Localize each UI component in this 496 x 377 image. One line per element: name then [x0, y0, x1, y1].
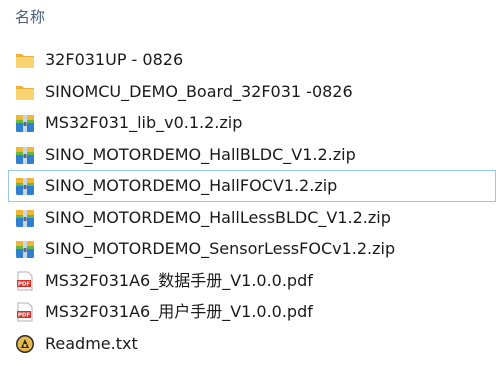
file-row[interactable]: SINO_MOTORDEMO_HallBLDC_V1.2.zip — [8, 139, 496, 171]
file-name: SINO_MOTORDEMO_SensorLessFOCv1.2.zip — [45, 239, 396, 258]
file-row[interactable]: PDF MS32F031A6_用户手册_V1.0.0.pdf — [8, 296, 496, 328]
zip-archive-icon — [15, 113, 35, 133]
svg-text:PDF: PDF — [18, 313, 31, 319]
file-name: 32F031UP - 0826 — [45, 50, 184, 69]
file-name: MS32F031_lib_v0.1.2.zip — [45, 113, 243, 132]
file-name: SINO_MOTORDEMO_HallFOCV1.2.zip — [45, 176, 338, 195]
file-row[interactable]: PDF MS32F031A6_数据手册_V1.0.0.pdf — [8, 265, 496, 297]
zip-archive-icon — [15, 239, 35, 259]
text-file-icon — [15, 334, 35, 354]
file-row[interactable]: SINOMCU_DEMO_Board_32F031 -0826 — [8, 76, 496, 108]
file-list: 32F031UP - 0826 SINOMCU_DEMO_Board_32F03… — [8, 44, 496, 359]
zip-archive-icon — [15, 145, 35, 165]
file-row-selected[interactable]: SINO_MOTORDEMO_HallFOCV1.2.zip — [8, 170, 496, 202]
zip-archive-icon — [15, 208, 35, 228]
column-header: 名称 — [0, 0, 496, 30]
file-row[interactable]: Readme.txt — [8, 328, 496, 360]
file-name: MS32F031A6_用户手册_V1.0.0.pdf — [45, 302, 313, 321]
folder-icon — [15, 82, 35, 102]
pdf-file-icon: PDF — [15, 302, 35, 322]
file-row[interactable]: SINO_MOTORDEMO_HallLessBLDC_V1.2.zip — [8, 202, 496, 234]
file-name: MS32F031A6_数据手册_V1.0.0.pdf — [45, 270, 313, 290]
file-name: SINOMCU_DEMO_Board_32F031 -0826 — [45, 81, 353, 101]
pdf-file-icon: PDF — [15, 271, 35, 291]
file-name: Readme.txt — [45, 333, 138, 353]
zip-archive-icon — [15, 176, 35, 196]
file-row[interactable]: 32F031UP - 0826 — [8, 44, 496, 76]
file-row[interactable]: MS32F031_lib_v0.1.2.zip — [8, 107, 496, 139]
folder-icon — [15, 50, 35, 70]
svg-text:PDF: PDF — [18, 281, 31, 287]
file-name: SINO_MOTORDEMO_HallBLDC_V1.2.zip — [45, 144, 356, 164]
name-column-header[interactable]: 名称 — [15, 6, 45, 27]
file-name: SINO_MOTORDEMO_HallLessBLDC_V1.2.zip — [45, 207, 391, 227]
file-row[interactable]: SINO_MOTORDEMO_SensorLessFOCv1.2.zip — [8, 233, 496, 265]
